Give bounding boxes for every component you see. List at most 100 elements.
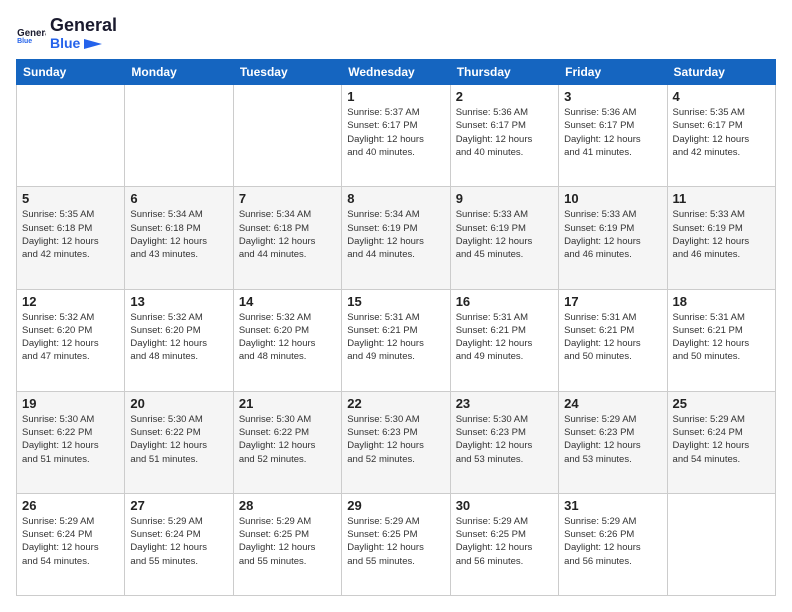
cell-content: Sunrise: 5:32 AM Sunset: 6:20 PM Dayligh… <box>22 311 119 364</box>
calendar-cell: 5 Sunrise: 5:35 AM Sunset: 6:18 PM Daylig… <box>17 187 125 289</box>
calendar-table: SundayMondayTuesdayWednesdayThursdayFrid… <box>16 59 776 596</box>
cell-content: Sunrise: 5:34 AM Sunset: 6:18 PM Dayligh… <box>239 208 336 261</box>
cell-content: Sunrise: 5:33 AM Sunset: 6:19 PM Dayligh… <box>456 208 553 261</box>
day-number: 22 <box>347 396 444 411</box>
calendar-cell: 8Sunrise: 5:34 AM Sunset: 6:19 PM Daylig… <box>342 187 450 289</box>
day-number: 21 <box>239 396 336 411</box>
cell-content: Sunrise: 5:36 AM Sunset: 6:17 PM Dayligh… <box>456 106 553 159</box>
logo-blue: Blue <box>50 36 117 51</box>
day-number: 17 <box>564 294 661 309</box>
cell-content: Sunrise: 5:31 AM Sunset: 6:21 PM Dayligh… <box>564 311 661 364</box>
day-number: 9 <box>456 191 553 206</box>
day-number: 31 <box>564 498 661 513</box>
day-number: 11 <box>673 191 770 206</box>
calendar-cell: 4Sunrise: 5:35 AM Sunset: 6:17 PM Daylig… <box>667 85 775 187</box>
cell-content: Sunrise: 5:30 AM Sunset: 6:22 PM Dayligh… <box>239 413 336 466</box>
svg-text:Blue: Blue <box>17 38 32 43</box>
cell-content: Sunrise: 5:33 AM Sunset: 6:19 PM Dayligh… <box>564 208 661 261</box>
calendar-cell <box>125 85 233 187</box>
cell-content: Sunrise: 5:35 AM Sunset: 6:18 PM Dayligh… <box>22 208 119 261</box>
weekday-tuesday: Tuesday <box>233 60 341 85</box>
day-number: 18 <box>673 294 770 309</box>
day-number: 26 <box>22 498 119 513</box>
day-number: 28 <box>239 498 336 513</box>
day-number: 10 <box>564 191 661 206</box>
calendar-cell: 28 Sunrise: 5:29 AM Sunset: 6:25 PM Dayli… <box>233 493 341 595</box>
cell-content: Sunrise: 5:31 AM Sunset: 6:21 PM Dayligh… <box>347 311 444 364</box>
cell-content: Sunrise: 5:35 AM Sunset: 6:17 PM Dayligh… <box>673 106 770 159</box>
calendar-cell: 14 Sunrise: 5:32 AM Sunset: 6:20 PM Dayli… <box>233 289 341 391</box>
weekday-monday: Monday <box>125 60 233 85</box>
day-number: 2 <box>456 89 553 104</box>
cell-content: Sunrise: 5:32 AM Sunset: 6:20 PM Dayligh… <box>130 311 227 364</box>
cell-content: Sunrise: 5:29 AM Sunset: 6:24 PM Dayligh… <box>22 515 119 568</box>
day-number: 23 <box>456 396 553 411</box>
day-number: 3 <box>564 89 661 104</box>
calendar-cell: 23Sunrise: 5:30 AM Sunset: 6:23 PM Dayli… <box>450 391 558 493</box>
calendar-cell: 10 Sunrise: 5:33 AM Sunset: 6:19 PM Dayli… <box>559 187 667 289</box>
weekday-sunday: Sunday <box>17 60 125 85</box>
calendar-cell: 9 Sunrise: 5:33 AM Sunset: 6:19 PM Daylig… <box>450 187 558 289</box>
cell-content: Sunrise: 5:31 AM Sunset: 6:21 PM Dayligh… <box>673 311 770 364</box>
cell-content: Sunrise: 5:32 AM Sunset: 6:20 PM Dayligh… <box>239 311 336 364</box>
day-number: 30 <box>456 498 553 513</box>
day-number: 27 <box>130 498 227 513</box>
day-number: 1 <box>347 89 444 104</box>
calendar-cell: 7Sunrise: 5:34 AM Sunset: 6:18 PM Daylig… <box>233 187 341 289</box>
weekday-thursday: Thursday <box>450 60 558 85</box>
calendar-cell: 11 Sunrise: 5:33 AM Sunset: 6:19 PM Dayli… <box>667 187 775 289</box>
cell-content: Sunrise: 5:29 AM Sunset: 6:23 PM Dayligh… <box>564 413 661 466</box>
calendar-week-1: 1 Sunrise: 5:37 AM Sunset: 6:17 PM Daylig… <box>17 85 776 187</box>
logo-icon: General Blue <box>16 25 46 43</box>
day-number: 13 <box>130 294 227 309</box>
cell-content: Sunrise: 5:36 AM Sunset: 6:17 PM Dayligh… <box>564 106 661 159</box>
day-number: 5 <box>22 191 119 206</box>
calendar-cell: 30 Sunrise: 5:29 AM Sunset: 6:25 PM Dayli… <box>450 493 558 595</box>
day-number: 15 <box>347 294 444 309</box>
weekday-wednesday: Wednesday <box>342 60 450 85</box>
cell-content: Sunrise: 5:29 AM Sunset: 6:25 PM Dayligh… <box>456 515 553 568</box>
calendar-cell: 19Sunrise: 5:30 AM Sunset: 6:22 PM Dayli… <box>17 391 125 493</box>
calendar-cell <box>233 85 341 187</box>
logo-arrow <box>84 39 106 49</box>
calendar-week-5: 26 Sunrise: 5:29 AM Sunset: 6:24 PM Dayli… <box>17 493 776 595</box>
weekday-header-row: SundayMondayTuesdayWednesdayThursdayFrid… <box>17 60 776 85</box>
day-number: 25 <box>673 396 770 411</box>
cell-content: Sunrise: 5:37 AM Sunset: 6:17 PM Dayligh… <box>347 106 444 159</box>
calendar-cell: 15 Sunrise: 5:31 AM Sunset: 6:21 PM Dayli… <box>342 289 450 391</box>
logo-general: General <box>50 16 117 36</box>
cell-content: Sunrise: 5:30 AM Sunset: 6:23 PM Dayligh… <box>347 413 444 466</box>
cell-content: Sunrise: 5:30 AM Sunset: 6:22 PM Dayligh… <box>22 413 119 466</box>
cell-content: Sunrise: 5:31 AM Sunset: 6:21 PM Dayligh… <box>456 311 553 364</box>
calendar-cell <box>17 85 125 187</box>
calendar-cell: 13 Sunrise: 5:32 AM Sunset: 6:20 PM Dayli… <box>125 289 233 391</box>
cell-content: Sunrise: 5:33 AM Sunset: 6:19 PM Dayligh… <box>673 208 770 261</box>
calendar-cell: 2 Sunrise: 5:36 AM Sunset: 6:17 PM Daylig… <box>450 85 558 187</box>
day-number: 20 <box>130 396 227 411</box>
cell-content: Sunrise: 5:29 AM Sunset: 6:24 PM Dayligh… <box>673 413 770 466</box>
calendar-cell: 18 Sunrise: 5:31 AM Sunset: 6:21 PM Dayli… <box>667 289 775 391</box>
header: General Blue General Blue <box>16 16 776 51</box>
calendar-cell: 16Sunrise: 5:31 AM Sunset: 6:21 PM Dayli… <box>450 289 558 391</box>
calendar-cell: 29Sunrise: 5:29 AM Sunset: 6:25 PM Dayli… <box>342 493 450 595</box>
calendar-cell: 1 Sunrise: 5:37 AM Sunset: 6:17 PM Daylig… <box>342 85 450 187</box>
weekday-saturday: Saturday <box>667 60 775 85</box>
day-number: 14 <box>239 294 336 309</box>
cell-content: Sunrise: 5:29 AM Sunset: 6:24 PM Dayligh… <box>130 515 227 568</box>
calendar-cell: 3 Sunrise: 5:36 AM Sunset: 6:17 PM Daylig… <box>559 85 667 187</box>
calendar-cell: 20 Sunrise: 5:30 AM Sunset: 6:22 PM Dayli… <box>125 391 233 493</box>
logo: General Blue General Blue <box>16 16 117 51</box>
calendar-cell: 27 Sunrise: 5:29 AM Sunset: 6:24 PM Dayli… <box>125 493 233 595</box>
cell-content: Sunrise: 5:29 AM Sunset: 6:25 PM Dayligh… <box>239 515 336 568</box>
page: General Blue General Blue SundayMondayTu… <box>0 0 792 612</box>
day-number: 8 <box>347 191 444 206</box>
weekday-friday: Friday <box>559 60 667 85</box>
day-number: 6 <box>130 191 227 206</box>
day-number: 24 <box>564 396 661 411</box>
cell-content: Sunrise: 5:29 AM Sunset: 6:25 PM Dayligh… <box>347 515 444 568</box>
cell-content: Sunrise: 5:30 AM Sunset: 6:22 PM Dayligh… <box>130 413 227 466</box>
calendar-cell: 31 Sunrise: 5:29 AM Sunset: 6:26 PM Dayli… <box>559 493 667 595</box>
cell-content: Sunrise: 5:29 AM Sunset: 6:26 PM Dayligh… <box>564 515 661 568</box>
calendar-cell: 17 Sunrise: 5:31 AM Sunset: 6:21 PM Dayli… <box>559 289 667 391</box>
calendar-cell: 6Sunrise: 5:34 AM Sunset: 6:18 PM Daylig… <box>125 187 233 289</box>
